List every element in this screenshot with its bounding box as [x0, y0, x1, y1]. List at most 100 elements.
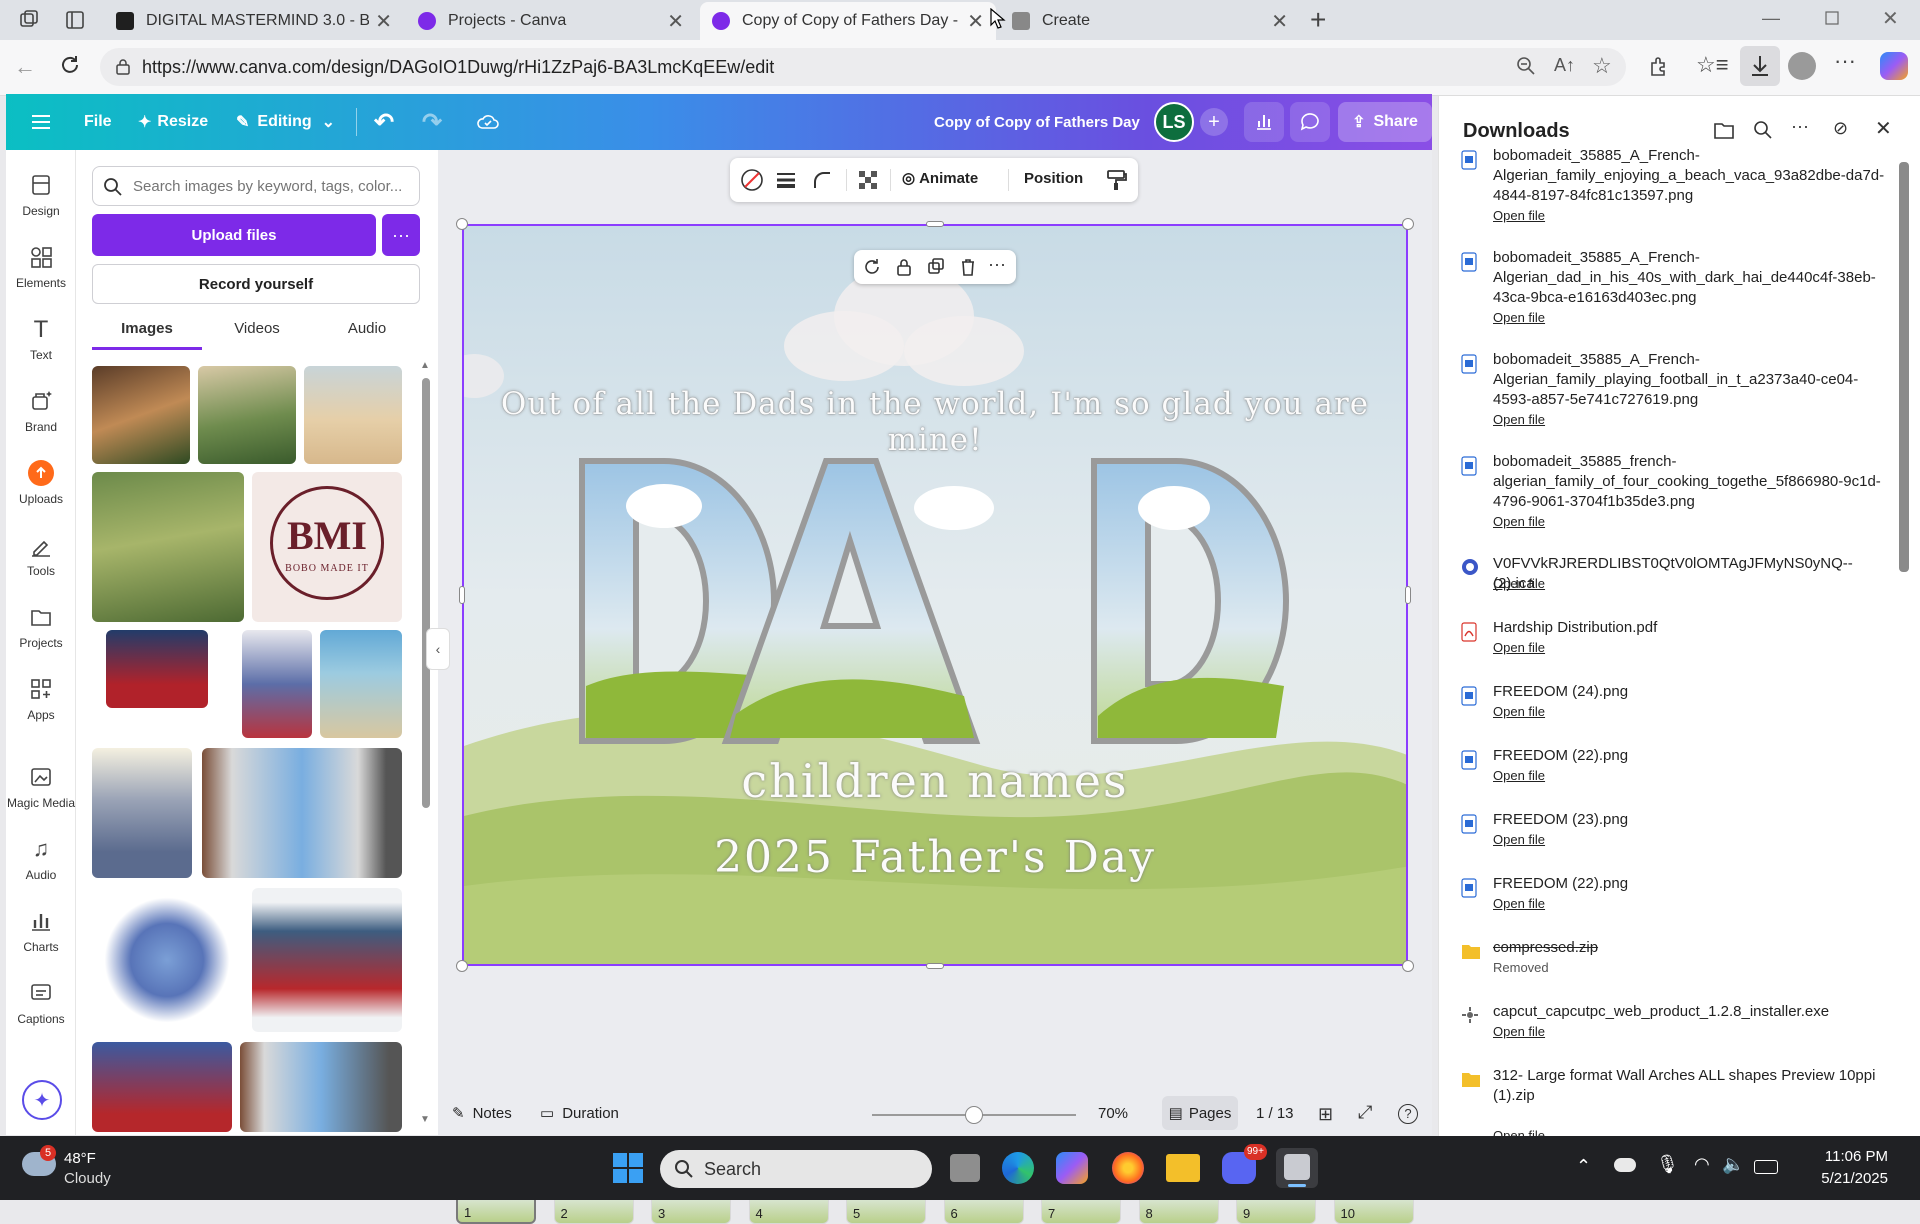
- upload-thumbnail[interactable]: [320, 630, 402, 738]
- weather-condition[interactable]: Cloudy: [64, 1170, 111, 1187]
- tab-digital-mastermind[interactable]: DIGITAL MASTERMIND 3.0 - Blank ✕: [104, 2, 404, 40]
- weather-temp[interactable]: 48°F: [64, 1150, 96, 1167]
- onedrive-icon[interactable]: [1614, 1158, 1636, 1172]
- undo-icon[interactable]: ↶: [374, 94, 394, 150]
- zoom-slider[interactable]: [872, 1106, 1076, 1124]
- more-options-icon[interactable]: ···: [1834, 48, 1856, 74]
- start-icon[interactable]: [612, 1152, 644, 1184]
- site-info-icon[interactable]: [114, 58, 132, 76]
- resize-handle[interactable]: [926, 963, 944, 969]
- rail-item-apps[interactable]: Apps: [6, 676, 76, 722]
- record-yourself-button[interactable]: Record yourself: [92, 264, 420, 304]
- upload-thumbnail[interactable]: [92, 366, 190, 464]
- upload-thumbnail[interactable]: [106, 630, 208, 708]
- download-file-name[interactable]: bobomadeit_35885_A_French-Algerian_famil…: [1493, 146, 1893, 206]
- add-collaborator-button[interactable]: +: [1200, 108, 1228, 136]
- editing-mode-dropdown[interactable]: ✎ Editing ⌄: [236, 94, 335, 150]
- zoom-slider-handle[interactable]: [965, 1106, 983, 1124]
- more-options-icon[interactable]: ···: [1791, 116, 1809, 137]
- microphone-icon[interactable]: 🎙: [1656, 1154, 1679, 1175]
- upload-thumbnail[interactable]: [240, 1042, 402, 1132]
- download-file-name[interactable]: bobomadeit_35885_A_French-Algerian_famil…: [1493, 350, 1893, 410]
- fullscreen-icon[interactable]: ⤢: [1358, 1102, 1372, 1123]
- download-file-name[interactable]: FREEDOM (23).png: [1493, 810, 1893, 830]
- open-file-link[interactable]: Open file: [1493, 768, 1545, 783]
- user-avatar[interactable]: LS: [1154, 102, 1194, 142]
- magic-assistant-icon[interactable]: ✦: [22, 1080, 62, 1120]
- file-explorer-icon[interactable]: [1166, 1154, 1200, 1182]
- resize-handle[interactable]: [459, 586, 465, 604]
- download-file-name[interactable]: FREEDOM (22).png: [1493, 746, 1893, 766]
- minimize-button[interactable]: —: [1762, 8, 1780, 29]
- help-icon[interactable]: ?: [1398, 1104, 1418, 1124]
- downloads-scrollbar[interactable]: [1899, 162, 1909, 572]
- open-file-link[interactable]: Open file: [1493, 412, 1545, 427]
- download-file-name[interactable]: bobomadeit_35885_A_French-Algerian_dad_i…: [1493, 248, 1893, 308]
- copilot-app-icon[interactable]: [1056, 1152, 1088, 1184]
- copilot-icon[interactable]: [1880, 52, 1908, 80]
- close-icon[interactable]: ✕: [667, 9, 684, 34]
- upload-thumbnail[interactable]: [92, 1042, 232, 1132]
- rail-item-brand[interactable]: Brand: [6, 388, 76, 434]
- duration-button[interactable]: ▭ Duration: [540, 1104, 619, 1123]
- tab-videos[interactable]: Videos: [202, 320, 312, 350]
- battery-icon[interactable]: [1754, 1160, 1778, 1174]
- scroll-up-icon[interactable]: ▲: [420, 360, 430, 371]
- upload-thumbnail[interactable]: [252, 888, 402, 1032]
- download-file-name[interactable]: capcut_capcutpc_web_product_1.2.8_instal…: [1493, 1002, 1893, 1022]
- tab-audio[interactable]: Audio: [312, 320, 422, 350]
- clock-time[interactable]: 11:06 PM: [1800, 1148, 1888, 1165]
- resize-handle[interactable]: [456, 218, 468, 230]
- cloud-saved-icon[interactable]: [476, 94, 500, 150]
- duplicate-icon[interactable]: [926, 257, 946, 277]
- favorite-star-icon[interactable]: ☆: [1592, 53, 1612, 79]
- rail-item-captions[interactable]: Captions: [6, 980, 76, 1026]
- upload-thumbnail[interactable]: [202, 748, 402, 878]
- edge-icon[interactable]: [1002, 1152, 1034, 1184]
- zoom-out-icon[interactable]: [1516, 56, 1536, 76]
- profile-avatar[interactable]: [1788, 52, 1816, 80]
- upload-thumbnail[interactable]: [242, 630, 312, 738]
- open-folder-icon[interactable]: [1713, 120, 1735, 140]
- download-file-name[interactable]: 312- Large format Wall Arches ALL shapes…: [1493, 1066, 1893, 1106]
- rail-item-elements[interactable]: Elements: [6, 244, 76, 290]
- stroke-color-icon[interactable]: [740, 168, 764, 192]
- tab-images[interactable]: Images: [92, 320, 202, 350]
- scrollbar-thumb[interactable]: [422, 378, 430, 808]
- pages-button[interactable]: ▤ Pages: [1162, 1096, 1238, 1130]
- tab-projects-canva[interactable]: Projects - Canva ✕: [406, 2, 696, 40]
- show-hidden-icons[interactable]: ⌃: [1576, 1156, 1591, 1177]
- upload-thumbnail[interactable]: [92, 748, 192, 878]
- read-aloud-icon[interactable]: A↑: [1554, 55, 1575, 76]
- search-icon[interactable]: [1753, 120, 1773, 140]
- new-tab-button[interactable]: +: [1310, 4, 1326, 36]
- download-file-name[interactable]: FREEDOM (22).png: [1493, 874, 1893, 894]
- open-file-link[interactable]: Open file: [1493, 704, 1545, 719]
- rotate-icon[interactable]: [862, 257, 882, 277]
- rail-item-projects[interactable]: Projects: [6, 604, 76, 650]
- zoom-level[interactable]: 70%: [1098, 1105, 1128, 1122]
- refresh-icon[interactable]: [58, 53, 82, 77]
- transparency-icon[interactable]: [856, 168, 880, 192]
- resize-button[interactable]: ✦ Resize: [138, 94, 208, 150]
- downloads-icon[interactable]: [1740, 46, 1780, 86]
- task-view-icon[interactable]: [950, 1154, 980, 1182]
- rail-item-uploads[interactable]: Uploads: [6, 460, 76, 506]
- upload-thumbnail[interactable]: [304, 366, 402, 464]
- trash-icon[interactable]: [958, 257, 978, 277]
- firefox-icon[interactable]: [1112, 1152, 1144, 1184]
- more-options-icon[interactable]: ···: [988, 254, 1006, 275]
- close-icon[interactable]: ✕: [1271, 9, 1288, 34]
- rail-item-magic-media[interactable]: Magic Media: [6, 764, 76, 810]
- redo-icon[interactable]: ↷: [422, 94, 442, 150]
- copy-style-icon[interactable]: [1104, 168, 1128, 192]
- upload-more-options-icon[interactable]: ···: [382, 214, 420, 256]
- rail-item-audio[interactable]: ♫ Audio: [6, 836, 76, 882]
- close-icon[interactable]: ✕: [1875, 116, 1892, 141]
- insights-icon[interactable]: [1244, 102, 1284, 142]
- upload-thumbnail[interactable]: [92, 472, 244, 622]
- open-file-link[interactable]: Open file: [1493, 640, 1545, 655]
- clock-date[interactable]: 5/21/2025: [1800, 1170, 1888, 1187]
- extensions-icon[interactable]: [1648, 54, 1672, 78]
- search-input[interactable]: [133, 175, 413, 197]
